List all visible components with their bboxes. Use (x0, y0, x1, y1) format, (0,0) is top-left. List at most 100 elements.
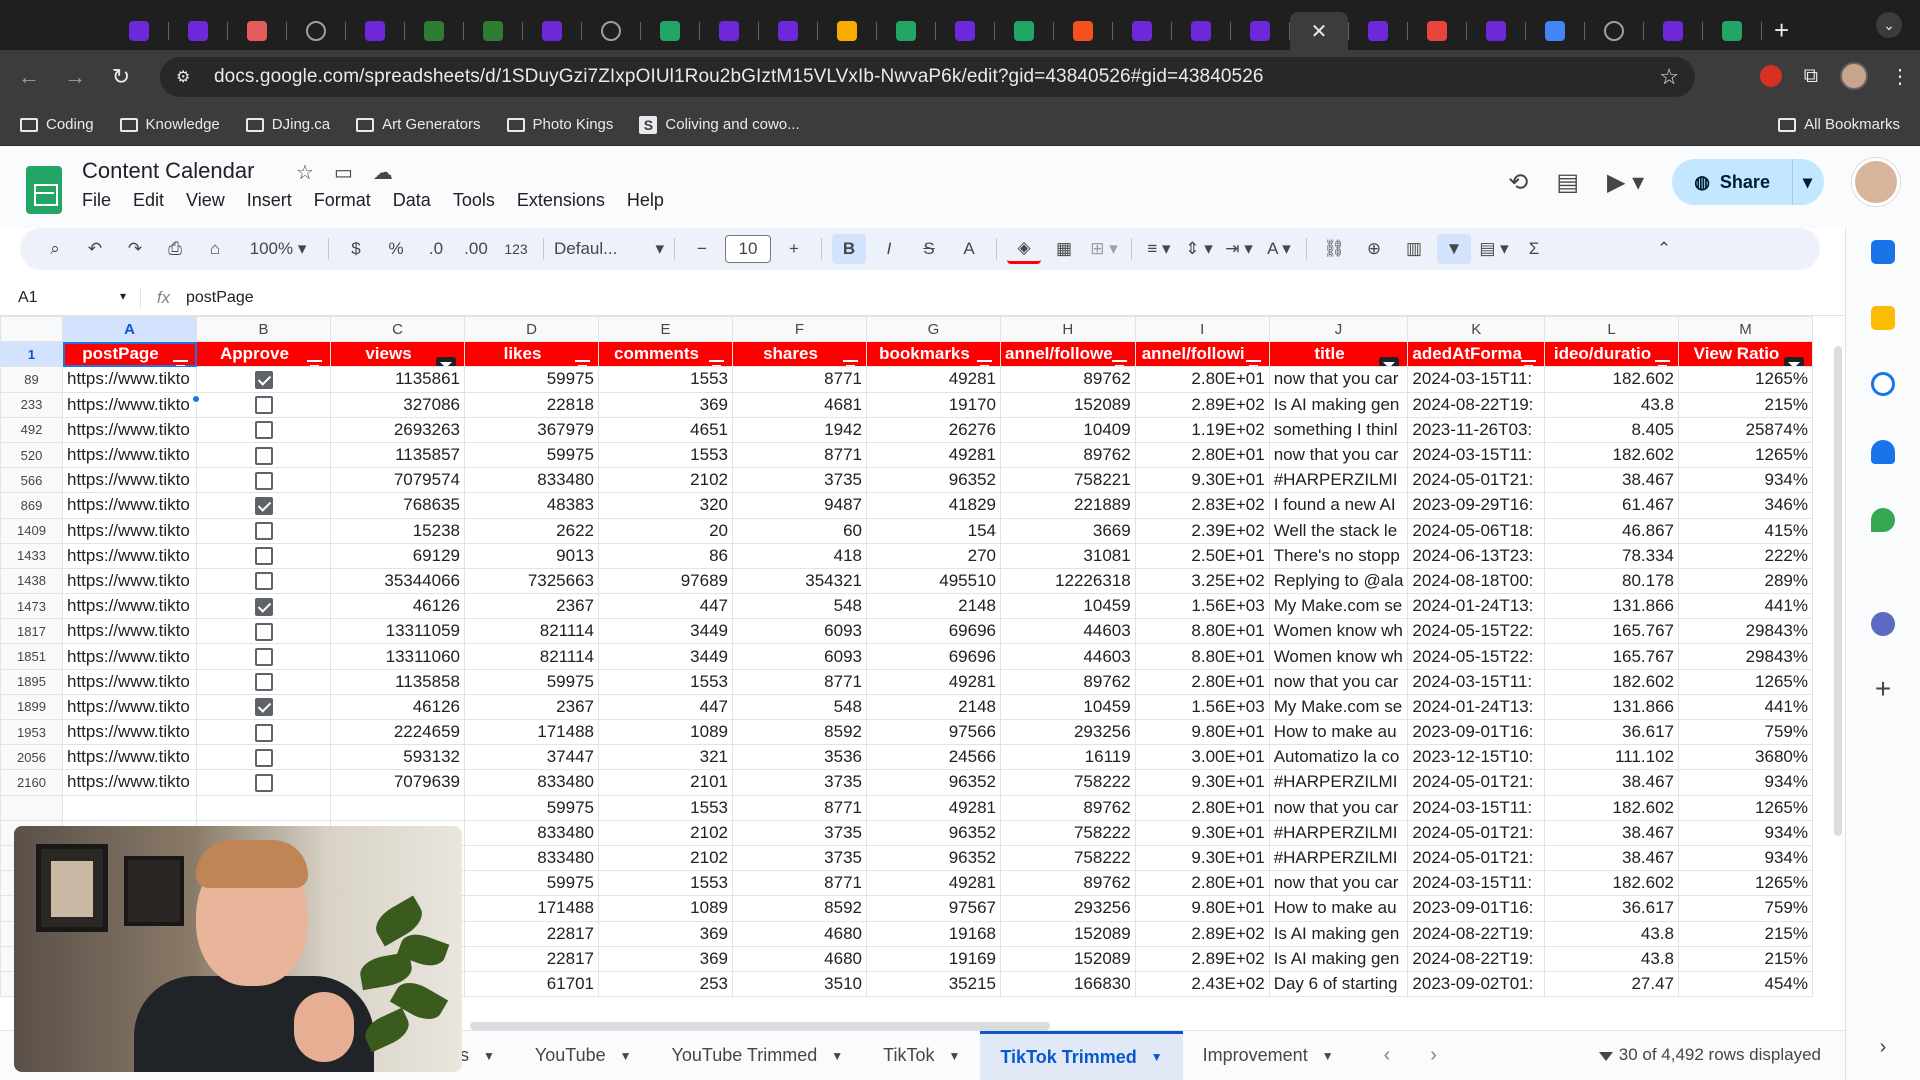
cell-i[interactable]: 2.89E+02 (1134, 920, 1270, 947)
header-cell[interactable]: title (1268, 341, 1409, 368)
menu-insert[interactable]: Insert (247, 190, 292, 211)
sheet-tab-menu-icon[interactable]: ▼ (949, 1049, 961, 1063)
cell-a[interactable] (62, 794, 197, 821)
cell-a[interactable]: https://www.tikto (62, 668, 197, 695)
cell-m[interactable]: 759% (1677, 895, 1813, 922)
cell-h[interactable]: 10459 (1000, 593, 1136, 620)
address-bar[interactable]: ⚙ docs.google.com/spreadsheets/d/1SDuyGz… (160, 57, 1695, 97)
text-color-button[interactable]: A (952, 234, 986, 264)
filter-menu-icon[interactable] (173, 360, 188, 366)
cell-l[interactable]: 131.866 (1543, 593, 1679, 620)
cell-a[interactable]: https://www.tikto (62, 416, 197, 443)
selection-handle[interactable] (191, 394, 201, 404)
cell-k[interactable]: 2024-03-15T11: (1407, 668, 1545, 695)
decrease-font-size-button[interactable]: − (685, 234, 719, 264)
cell-j[interactable]: There's no stopp (1268, 542, 1409, 569)
cell-k[interactable]: 2024-03-15T11: (1407, 366, 1545, 393)
approve-checkbox[interactable] (254, 748, 273, 767)
filter-icon[interactable]: ▼ (1437, 234, 1471, 264)
approve-checkbox[interactable] (254, 723, 273, 742)
row-number[interactable]: 492 (0, 416, 63, 443)
profile-avatar[interactable] (1840, 62, 1868, 90)
column-header-e[interactable]: E (598, 316, 733, 343)
cell-m[interactable]: 25874% (1677, 416, 1813, 443)
cell-k[interactable]: 2023-12-15T10: (1407, 744, 1545, 771)
cell-a[interactable]: https://www.tikto (62, 769, 197, 796)
undo-icon[interactable]: ↶ (78, 234, 112, 264)
cell-k[interactable]: 2024-05-01T21: (1407, 819, 1545, 846)
cell-l[interactable]: 43.8 (1543, 391, 1679, 418)
cell-g[interactable]: 26276 (866, 416, 1001, 443)
row-number[interactable]: 566 (0, 467, 63, 494)
header-cell[interactable]: bookmarks (866, 341, 1001, 368)
cell-e[interactable]: 447 (598, 693, 733, 721)
header-cell[interactable]: views (330, 341, 465, 368)
keep-icon[interactable] (1871, 306, 1895, 330)
insert-link-icon[interactable]: ⛓ (1317, 234, 1351, 264)
cell-k[interactable]: 2024-05-01T21: (1407, 769, 1545, 796)
cell-l[interactable]: 165.767 (1543, 618, 1679, 645)
approve-cell[interactable] (196, 618, 331, 645)
cell-e[interactable]: 20 (598, 517, 733, 544)
approve-checkbox[interactable] (254, 471, 273, 490)
cell-m[interactable]: 346% (1677, 492, 1813, 519)
cell-m[interactable]: 934% (1677, 844, 1813, 872)
cell-f[interactable]: 6093 (732, 618, 867, 645)
approve-cell[interactable] (196, 744, 331, 771)
cell-m[interactable]: 441% (1677, 693, 1813, 721)
cell-l[interactable]: 36.617 (1543, 895, 1679, 922)
cell-m[interactable]: 441% (1677, 593, 1813, 620)
cell-f[interactable]: 8771 (732, 668, 867, 695)
cell-d[interactable]: 7325663 (464, 567, 599, 595)
cell-i[interactable]: 1.56E+03 (1134, 593, 1270, 620)
cell-c[interactable]: 69129 (330, 542, 465, 569)
approve-cell[interactable] (196, 693, 331, 721)
filter-views-icon[interactable]: ▤ ▾ (1477, 234, 1511, 264)
bookmark-photo-kings[interactable]: Photo Kings (506, 116, 613, 133)
text-wrapping-icon[interactable]: ⇥ ▾ (1222, 234, 1256, 264)
cell-a[interactable]: https://www.tikto (62, 718, 197, 746)
cell-j[interactable]: How to make au (1268, 895, 1409, 922)
zoom-select[interactable]: 100% ▾ (238, 234, 318, 264)
cell-k[interactable]: 2023-11-26T03: (1407, 416, 1545, 443)
cell-k[interactable]: 2024-08-22T19: (1407, 391, 1545, 418)
cell-m[interactable]: 29843% (1677, 618, 1813, 645)
close-tab-icon[interactable]: ✕ (1311, 19, 1328, 44)
cell-l[interactable]: 8.405 (1543, 416, 1679, 443)
cell-m[interactable]: 29843% (1677, 643, 1813, 670)
cell-m[interactable]: 934% (1677, 467, 1813, 494)
approve-cell[interactable] (196, 517, 331, 544)
cell-h[interactable]: 89762 (1000, 366, 1136, 393)
cell-f[interactable]: 8771 (732, 794, 867, 821)
cell-c[interactable]: 13311060 (330, 643, 465, 670)
cell-l[interactable]: 61.467 (1543, 492, 1679, 519)
scrollbar-thumb[interactable] (1834, 346, 1842, 836)
cell-l[interactable]: 38.467 (1543, 819, 1679, 846)
cell-d[interactable]: 22817 (464, 920, 599, 947)
cell-f[interactable]: 4680 (732, 920, 867, 947)
column-header-i[interactable]: I (1134, 316, 1270, 343)
browser-tab[interactable] (110, 12, 168, 50)
menu-edit[interactable]: Edit (133, 190, 164, 211)
row-number[interactable]: 233 (0, 391, 63, 418)
cell-a[interactable]: https://www.tikto (62, 492, 197, 519)
browser-tab[interactable] (700, 12, 758, 50)
cell-f[interactable]: 3735 (732, 769, 867, 796)
cell-h[interactable]: 89762 (1000, 870, 1136, 897)
column-header-f[interactable]: F (732, 316, 867, 343)
cell-g[interactable]: 154 (866, 517, 1001, 544)
horizontal-align-icon[interactable]: ≡ ▾ (1142, 234, 1176, 264)
filter-menu-icon[interactable] (1520, 360, 1536, 366)
bookmark-coliving[interactable]: S Coliving and cowo... (639, 115, 800, 134)
sheet-tab[interactable]: YouTube ▼ (515, 1031, 652, 1080)
tasks-icon[interactable] (1871, 372, 1895, 396)
cell-j[interactable]: I found a new AI (1268, 492, 1409, 519)
sheets-logo-icon[interactable] (26, 166, 62, 214)
cell-l[interactable]: 46.867 (1543, 517, 1679, 544)
cell-d[interactable]: 171488 (464, 895, 599, 922)
cell-a[interactable]: https://www.tikto (62, 517, 197, 544)
currency-format-button[interactable]: $ (339, 234, 373, 264)
sheet-tab[interactable]: TikTok Trimmed ▼ (980, 1030, 1183, 1080)
cell-h[interactable]: 166830 (1000, 970, 1136, 998)
text-rotation-icon[interactable]: A ▾ (1262, 234, 1296, 264)
